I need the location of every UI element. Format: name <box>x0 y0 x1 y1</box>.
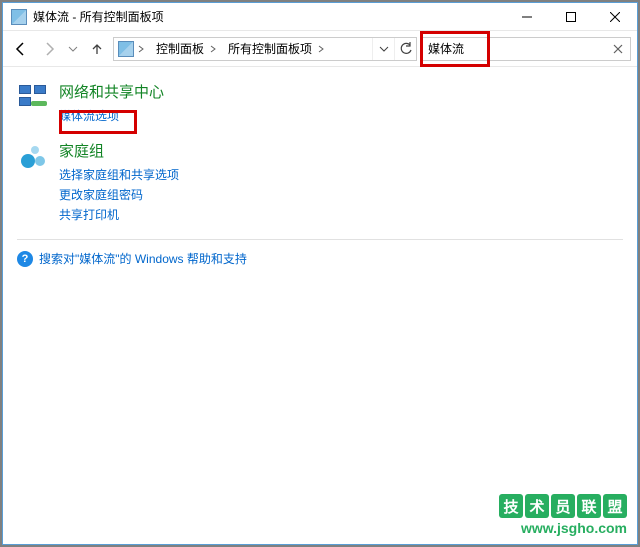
chevron-right-icon[interactable] <box>314 38 328 60</box>
control-panel-icon <box>118 41 134 57</box>
refresh-button[interactable] <box>394 38 416 60</box>
divider <box>17 239 623 240</box>
title-bar: 媒体流 - 所有控制面板项 <box>3 3 637 31</box>
maximize-button[interactable] <box>549 3 593 30</box>
window-title: 媒体流 - 所有控制面板项 <box>33 8 164 25</box>
homegroup-icon <box>17 142 49 174</box>
category-network: 网络和共享中心 媒体流选项 <box>17 81 623 126</box>
history-dropdown[interactable] <box>65 37 81 61</box>
up-button[interactable] <box>85 37 109 61</box>
app-icon <box>11 9 27 25</box>
watermark-char: 联 <box>577 494 601 518</box>
category-title[interactable]: 家庭组 <box>59 140 179 161</box>
chevron-right-icon[interactable] <box>206 38 220 60</box>
watermark-char: 员 <box>551 494 575 518</box>
chevron-right-icon[interactable] <box>134 38 148 60</box>
address-bar[interactable]: 控制面板 所有控制面板项 <box>113 37 417 61</box>
search-box[interactable] <box>421 37 631 61</box>
window-controls <box>505 3 637 30</box>
link-share-printer[interactable]: 共享打印机 <box>59 205 179 225</box>
help-link[interactable]: 搜索对"媒体流"的 Windows 帮助和支持 <box>39 250 247 267</box>
link-homegroup-share[interactable]: 选择家庭组和共享选项 <box>59 165 179 185</box>
link-homegroup-password[interactable]: 更改家庭组密码 <box>59 185 179 205</box>
watermark-char: 术 <box>525 494 549 518</box>
minimize-button[interactable] <box>505 3 549 30</box>
back-button[interactable] <box>9 37 33 61</box>
watermark-char: 技 <box>499 494 523 518</box>
watermark: 技 术 员 联 盟 www.jsgho.com <box>499 494 627 536</box>
content-area: 网络和共享中心 媒体流选项 家庭组 选择家庭组和共享选项 更改家庭组密码 共享打… <box>3 67 637 277</box>
address-dropdown[interactable] <box>372 38 394 60</box>
help-icon: ? <box>17 251 33 267</box>
watermark-url: www.jsgho.com <box>499 520 627 536</box>
watermark-char: 盟 <box>603 494 627 518</box>
link-media-stream-options[interactable]: 媒体流选项 <box>59 106 164 126</box>
breadcrumb-item[interactable]: 所有控制面板项 <box>220 40 314 57</box>
category-homegroup: 家庭组 选择家庭组和共享选项 更改家庭组密码 共享打印机 <box>17 140 623 225</box>
network-icon <box>17 83 49 115</box>
navigation-row: 控制面板 所有控制面板项 <box>3 31 637 67</box>
breadcrumb-item[interactable]: 控制面板 <box>148 40 206 57</box>
category-title[interactable]: 网络和共享中心 <box>59 81 164 102</box>
forward-button[interactable] <box>37 37 61 61</box>
clear-search-icon[interactable] <box>610 41 626 57</box>
close-button[interactable] <box>593 3 637 30</box>
window-frame: 媒体流 - 所有控制面板项 <box>2 2 638 545</box>
help-row: ? 搜索对"媒体流"的 Windows 帮助和支持 <box>17 250 623 267</box>
search-input[interactable] <box>422 42 630 56</box>
